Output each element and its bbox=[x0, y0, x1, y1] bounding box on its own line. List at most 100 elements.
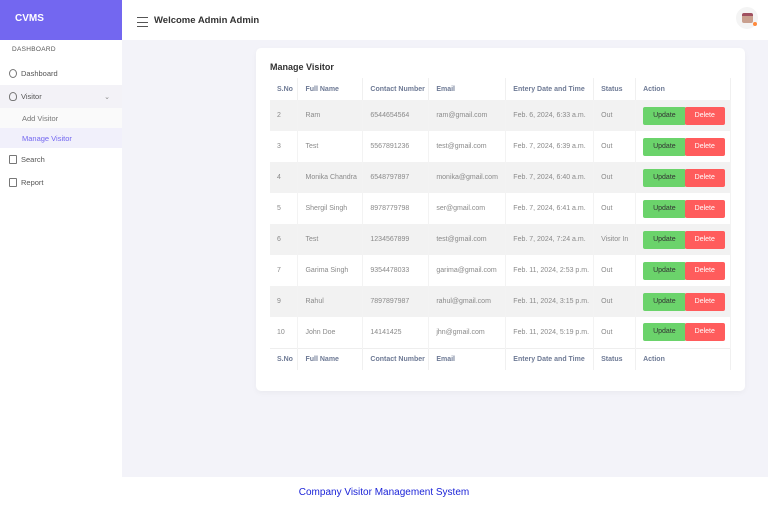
table-cell: Feb. 6, 2024, 6:33 a.m. bbox=[505, 100, 595, 131]
action-cell: Update Delete bbox=[635, 193, 731, 224]
welcome-text: Welcome Admin Admin bbox=[154, 14, 260, 26]
bulb-icon bbox=[9, 92, 17, 101]
update-button[interactable]: Update bbox=[643, 168, 686, 187]
column-header: Status bbox=[593, 347, 637, 370]
page-title: Manage Visitor bbox=[270, 62, 334, 72]
table-cell: 14141425 bbox=[362, 317, 430, 348]
table-cell: 4 bbox=[270, 162, 299, 193]
action-cell: Update Delete bbox=[635, 317, 731, 348]
column-header: Contact Number bbox=[362, 347, 430, 370]
gauge-icon bbox=[9, 69, 17, 78]
column-header: Contact Number bbox=[362, 78, 430, 100]
sidebar-item-report[interactable]: Report bbox=[0, 171, 122, 194]
table-cell: Out bbox=[593, 193, 637, 224]
table-cell: 1234567899 bbox=[362, 224, 430, 255]
delete-button[interactable]: Delete bbox=[684, 137, 725, 156]
column-header: Entery Date and Time bbox=[505, 347, 595, 370]
table-cell: 9 bbox=[270, 286, 299, 317]
table-cell: test@gmail.com bbox=[428, 224, 507, 255]
tablet-icon bbox=[9, 155, 17, 164]
action-cell: Update Delete bbox=[635, 286, 731, 317]
table-cell: ser@gmail.com bbox=[428, 193, 507, 224]
sidebar-item-label: Dashboard bbox=[21, 69, 58, 78]
delete-button[interactable]: Delete bbox=[684, 230, 725, 249]
menu-icon[interactable] bbox=[137, 17, 148, 27]
column-header: Full Name bbox=[297, 78, 364, 100]
table-cell: Test bbox=[297, 131, 364, 162]
table-cell: Out bbox=[593, 255, 637, 286]
top-header: Welcome Admin Admin bbox=[122, 0, 768, 40]
table-row: 6 Test 1234567899 test@gmail.com Feb. 7, 202… bbox=[270, 224, 731, 255]
table-row: 4 Monika Chandra 6548797897 monika@gmail.co… bbox=[270, 162, 731, 193]
delete-button[interactable]: Delete bbox=[684, 168, 725, 187]
table-cell: Rahul bbox=[297, 286, 364, 317]
footer-text: Company Visitor Management System bbox=[0, 477, 768, 508]
sidebar-item-add-visitor[interactable]: Add Visitor bbox=[0, 108, 122, 128]
sidebar-item-label: Report bbox=[21, 178, 44, 187]
table-cell: 5 bbox=[270, 193, 299, 224]
update-button[interactable]: Update bbox=[643, 292, 686, 311]
table-cell: Feb. 7, 2024, 7:24 a.m. bbox=[505, 224, 595, 255]
table-cell: 3 bbox=[270, 131, 299, 162]
action-cell: Update Delete bbox=[635, 162, 731, 193]
update-button[interactable]: Update bbox=[643, 106, 686, 125]
sidebar: DASHBOARD Dashboard Visitor ⌄ Add Visitor… bbox=[0, 40, 122, 477]
avatar[interactable] bbox=[736, 7, 758, 29]
tablet-icon bbox=[9, 178, 17, 187]
table-cell: Out bbox=[593, 286, 637, 317]
sidebar-item-label: Visitor bbox=[21, 92, 42, 101]
table-cell: Test bbox=[297, 224, 364, 255]
status-dot bbox=[753, 22, 757, 26]
column-header: Entery Date and Time bbox=[505, 78, 595, 100]
table-cell: 6544654564 bbox=[362, 100, 430, 131]
delete-button[interactable]: Delete bbox=[684, 261, 725, 280]
delete-button[interactable]: Delete bbox=[684, 323, 725, 342]
update-button[interactable]: Update bbox=[643, 230, 686, 249]
table-cell: Out bbox=[593, 131, 637, 162]
column-header: Action bbox=[635, 78, 731, 100]
table-cell: 6548797897 bbox=[362, 162, 430, 193]
table-row: 10 John Doe 14141425 jhn@gmail.com Feb. 11, … bbox=[270, 317, 731, 348]
table-cell: rahul@gmail.com bbox=[428, 286, 507, 317]
action-cell: Update Delete bbox=[635, 224, 731, 255]
table-cell: 5567891236 bbox=[362, 131, 430, 162]
sidebar-item-label: Search bbox=[21, 155, 45, 164]
update-button[interactable]: Update bbox=[643, 261, 686, 280]
table-cell: Shergil Singh bbox=[297, 193, 364, 224]
table-cell: Feb. 11, 2024, 3:15 p.m. bbox=[505, 286, 595, 317]
brand-logo[interactable]: CVMS bbox=[0, 0, 122, 40]
action-cell: Update Delete bbox=[635, 131, 731, 162]
column-header: Email bbox=[428, 347, 507, 370]
table-cell: Out bbox=[593, 317, 637, 348]
table-cell: Out bbox=[593, 162, 637, 193]
chevron-down-icon: ⌄ bbox=[104, 93, 110, 101]
table-cell: monika@gmail.com bbox=[428, 162, 507, 193]
column-header: S.No bbox=[270, 78, 299, 100]
column-header: Email bbox=[428, 78, 507, 100]
table-cell: Monika Chandra bbox=[297, 162, 364, 193]
table-cell: 8978779798 bbox=[362, 193, 430, 224]
update-button[interactable]: Update bbox=[643, 199, 686, 218]
update-button[interactable]: Update bbox=[643, 323, 686, 342]
table-cell: Visitor In bbox=[593, 224, 637, 255]
sidebar-item-dashboard[interactable]: Dashboard bbox=[0, 62, 122, 85]
table-cell: Out bbox=[593, 100, 637, 131]
delete-button[interactable]: Delete bbox=[684, 292, 725, 311]
table-cell: ram@gmail.com bbox=[428, 100, 507, 131]
table-cell: Ram bbox=[297, 100, 364, 131]
column-header: Status bbox=[593, 78, 637, 100]
table-cell: 9354478033 bbox=[362, 255, 430, 286]
table-cell: 7897897987 bbox=[362, 286, 430, 317]
column-header: Full Name bbox=[297, 347, 364, 370]
table-cell: Feb. 11, 2024, 5:19 p.m. bbox=[505, 317, 595, 348]
sidebar-item-manage-visitor[interactable]: Manage Visitor bbox=[0, 128, 122, 148]
main-content: Manage Visitor S.No Full Name Contact Numb… bbox=[122, 40, 768, 477]
table-cell: garima@gmail.com bbox=[428, 255, 507, 286]
update-button[interactable]: Update bbox=[643, 137, 686, 156]
sidebar-item-visitor[interactable]: Visitor ⌄ bbox=[0, 85, 122, 108]
sidebar-item-search[interactable]: Search bbox=[0, 148, 122, 171]
delete-button[interactable]: Delete bbox=[684, 199, 725, 218]
delete-button[interactable]: Delete bbox=[684, 106, 725, 125]
table-cell: jhn@gmail.com bbox=[428, 317, 507, 348]
table-cell: 7 bbox=[270, 255, 299, 286]
